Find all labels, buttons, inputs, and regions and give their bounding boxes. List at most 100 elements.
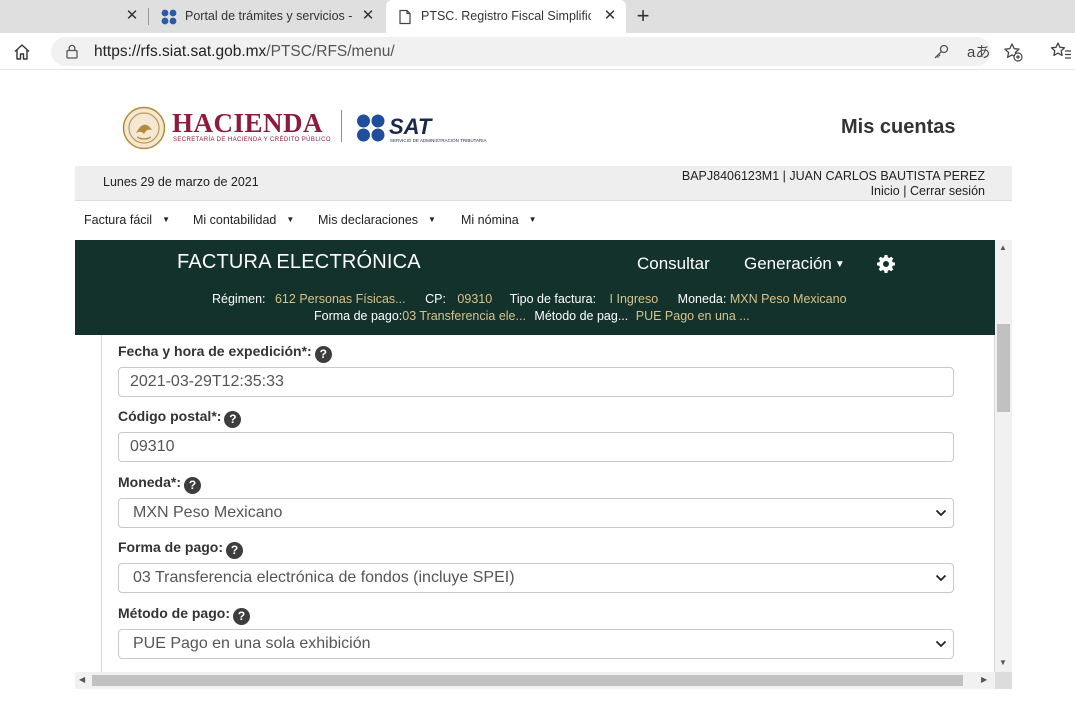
page-favicon-icon [399,9,411,25]
url-path: /PTSC/RFS/menu/ [266,43,395,60]
forma-pago-label-text: Forma de pago: [118,539,224,555]
close-tab-icon[interactable]: ✕ [124,8,140,24]
menu-mi-contabilidad[interactable]: Mi contabilidad ▼ [193,213,294,227]
lock-icon[interactable] [65,44,79,59]
translate-icon[interactable]: aあ [967,41,990,62]
tab-separator [148,8,149,25]
factura-form: Fecha y hora de expedición*:? 2021-03-29… [101,335,995,689]
browser-tab-strip: ✕ Portal de trámites y servicios - SAT ✕… [0,0,1075,33]
new-tab-button[interactable]: + [632,5,654,27]
mis-cuentas-title: Mis cuentas [841,116,956,138]
chevron-down-icon [935,574,947,582]
close-tab-icon[interactable]: ✕ [360,8,376,24]
caret-down-icon: ▼ [834,259,845,270]
metodo-pago-select-value: PUE Pago en una sola exhibición [133,635,371,652]
help-icon[interactable]: ? [226,542,244,559]
caret-down-icon: ▼ [428,215,436,224]
caret-down-icon: ▼ [528,215,537,224]
vertical-scroll-thumb[interactable] [997,324,1010,412]
inicio-link[interactable]: Inicio [871,184,900,198]
tab-title: PTSC. Registro Fiscal Simplificado [421,9,591,23]
scroll-left-icon[interactable]: ◀ [79,675,85,684]
nav-generacion-label: Generación [744,254,832,273]
codigo-postal-input[interactable]: 09310 [118,432,954,462]
hacienda-logo-text: HACIENDA [172,108,324,138]
menu-mis-declaraciones[interactable]: Mis declaraciones ▼ [318,213,436,227]
scroll-right-icon[interactable]: ▶ [981,675,987,684]
menu-factura-facil[interactable]: Factura fácil ▼ [84,213,170,227]
tipo-factura-label: Tipo de factura: [509,292,597,306]
help-icon[interactable]: ? [233,608,250,625]
favorites-icon[interactable] [1050,41,1072,61]
scrollbar-corner [995,672,1012,689]
moneda-label: Moneda*:? [118,474,201,494]
help-icon[interactable]: ? [184,477,201,494]
add-favorite-icon[interactable] [1003,42,1023,62]
hacienda-subtitle: SECRETARÍA DE HACIENDA Y CRÉDITO PÚBLICO [173,137,331,143]
fecha-label-text: Fecha y hora de expedición*: [118,343,312,359]
tipo-factura-value: I Ingreso [609,292,659,306]
horizontal-scrollbar[interactable]: ◀ ▶ [75,672,995,689]
nav-consultar[interactable]: Consultar [637,254,710,274]
gear-icon[interactable] [876,254,896,274]
url-text: https://rfs.siat.sat.gob.mx/PTSC/RFS/men… [94,43,395,61]
metodo-summary-value: PUE Pago en una ... [635,309,750,323]
site-header: HACIENDA SECRETARÍA DE HACIENDA Y CRÉDIT… [0,70,1075,166]
vertical-scrollbar[interactable]: ▲ ▼ [995,240,1012,672]
metodo-pago-label: Método de pago:? [118,605,250,625]
horizontal-scroll-thumb[interactable] [92,675,963,686]
forma-pago-select-value: 03 Transferencia electrónica de fondos (… [133,569,515,586]
fecha-expedicion-input[interactable]: 2021-03-29T12:35:33 [118,367,954,397]
regimen-label: Régimen: [212,292,266,306]
logo-divider [341,110,342,142]
factura-frame: FACTURA ELECTRÓNICA Consultar Generación… [75,240,1012,689]
moneda-label-text: Moneda*: [118,474,181,490]
cp-value: 09310 [457,292,493,306]
caret-down-icon: ▼ [286,215,295,224]
factura-summary-line-1: Régimen: 612 Personas Físicas... CP: 093… [212,292,847,306]
menu-label: Mi nómina [461,213,519,227]
factura-title: FACTURA ELECTRÓNICA [177,251,421,273]
url-domain: https://rfs.siat.sat.gob.mx [94,43,267,60]
menu-mi-nomina[interactable]: Mi nómina ▼ [461,213,537,227]
url-field[interactable]: https://rfs.siat.sat.gob.mx/PTSC/RFS/men… [51,37,1023,66]
factura-summary-line-2: Forma de pago:03 Transferencia ele... Mé… [314,309,750,323]
cerrar-sesion-link[interactable]: Cerrar sesión [910,184,985,198]
help-icon[interactable]: ? [314,346,332,363]
user-bar: Lunes 29 de marzo de 2021 BAPJ8406123M1 … [75,166,1012,200]
home-icon[interactable] [12,42,32,62]
regimen-value: 612 Personas Físicas... [274,292,406,306]
metodo-pago-label-text: Método de pago: [118,605,230,621]
caret-down-icon: ▼ [162,215,171,224]
metodo-summary-label: Método de pag... [534,309,629,323]
sat-logo-icon [357,114,385,142]
mexico-seal-icon [122,106,166,150]
moneda-select[interactable]: MXN Peso Mexicano [118,498,954,528]
moneda-summary-label: Moneda: [677,292,727,306]
forma-summary-label: Forma de pago: [314,309,403,323]
browser-tab-portal[interactable]: Portal de trámites y servicios - SAT ✕ [150,0,384,33]
browser-tab-0[interactable]: ✕ [0,0,148,33]
forma-summary-value: 03 Transferencia ele... [402,309,526,323]
menu-label: Factura fácil [84,213,153,227]
current-date: Lunes 29 de marzo de 2021 [103,175,259,189]
forma-pago-select[interactable]: 03 Transferencia electrónica de fondos (… [118,563,954,593]
codigo-postal-label-text: Código postal*: [118,408,222,424]
address-bar: https://rfs.siat.sat.gob.mx/PTSC/RFS/men… [0,33,1075,70]
menu-label: Mis declaraciones [318,213,419,227]
factura-navbar: FACTURA ELECTRÓNICA Consultar Generación… [75,240,995,335]
help-icon[interactable]: ? [224,411,242,428]
key-icon[interactable] [932,43,950,61]
moneda-select-value: MXN Peso Mexicano [133,504,283,521]
fecha-label: Fecha y hora de expedición*:? [118,343,332,363]
link-separator: | [903,184,907,198]
scroll-up-icon[interactable]: ▲ [999,243,1007,252]
menu-label: Mi contabilidad [193,213,277,227]
browser-tab-ptsc[interactable]: PTSC. Registro Fiscal Simplificado ✕ [386,0,626,33]
scroll-down-icon[interactable]: ▼ [999,658,1007,667]
sat-subtitle: SERVICIO DE ADMINISTRACIÓN TRIBUTARIA [390,138,487,143]
close-tab-icon[interactable]: ✕ [602,8,618,24]
metodo-pago-select[interactable]: PUE Pago en una sola exhibición [118,629,954,659]
tab-title: Portal de trámites y servicios - SAT [185,9,355,23]
nav-generacion[interactable]: Generación ▼ [744,254,845,274]
